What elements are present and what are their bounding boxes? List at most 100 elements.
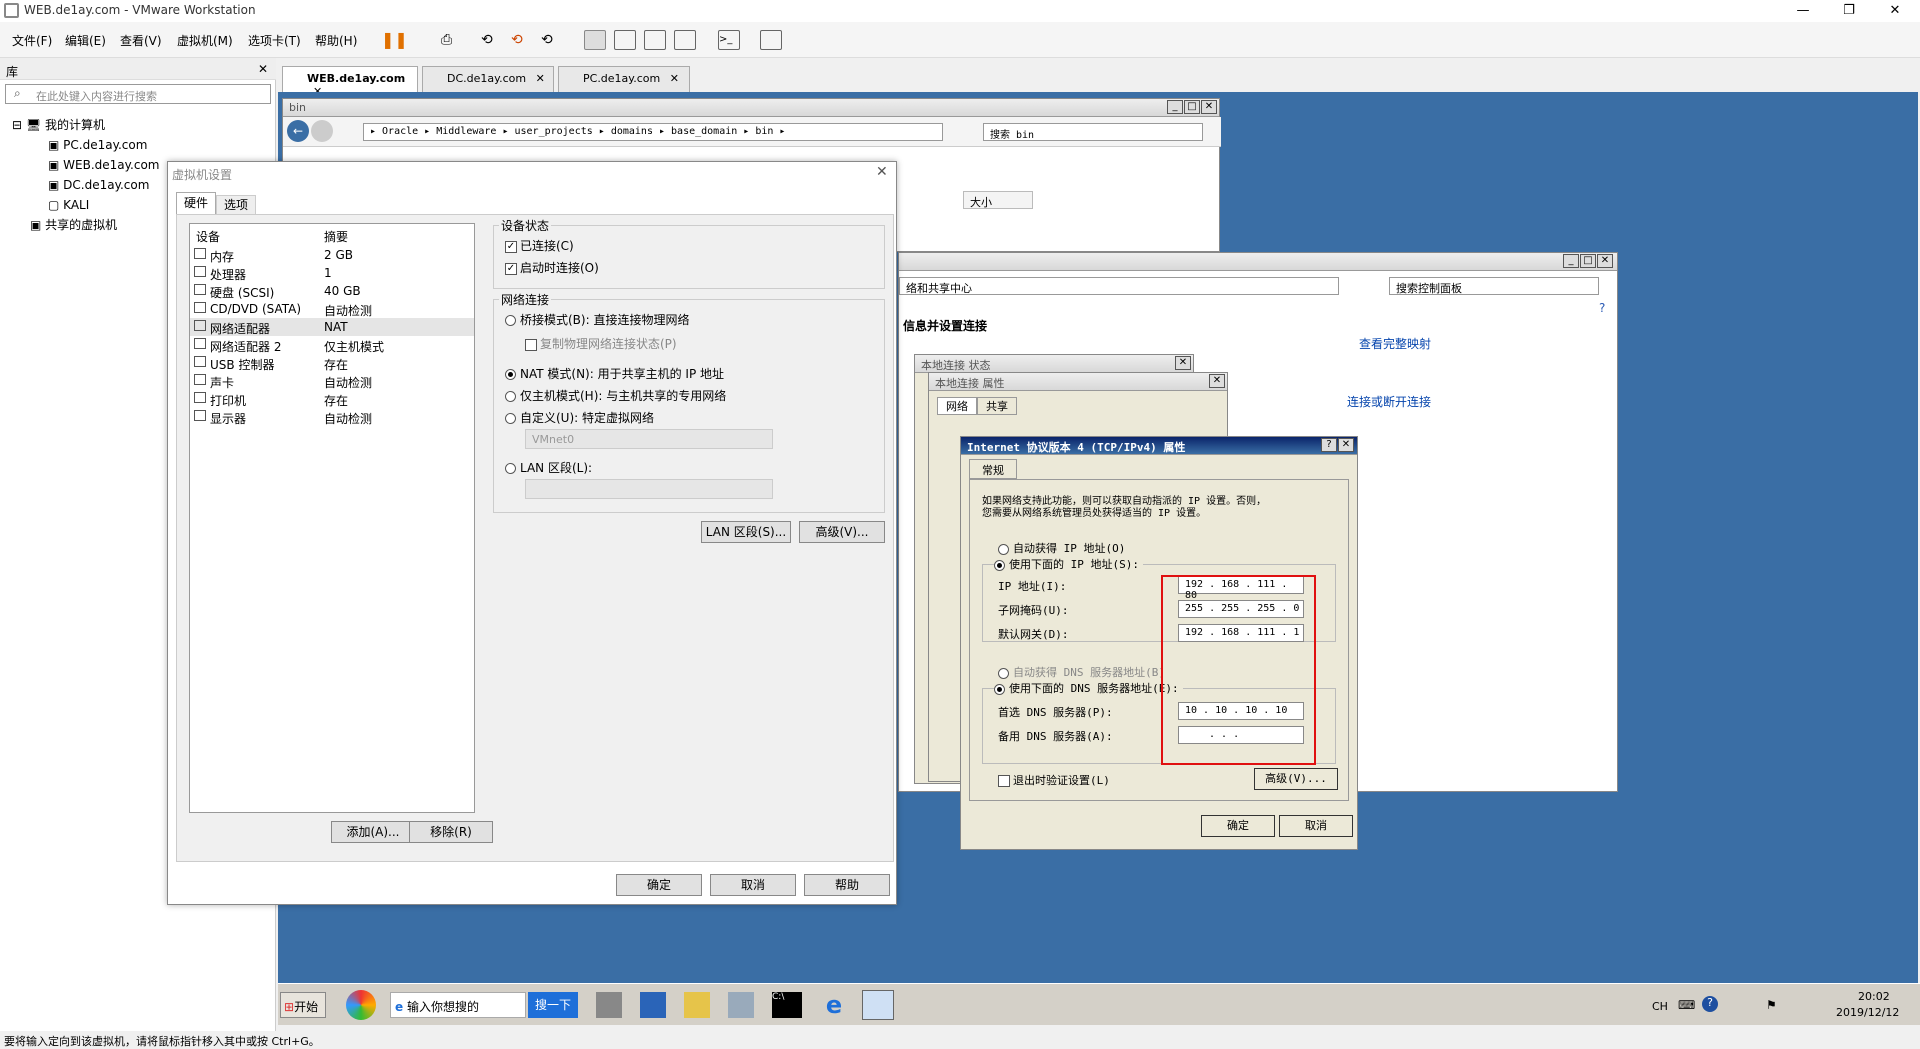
- tab-pc[interactable]: PC.de1ay.com ✕: [558, 66, 690, 92]
- ipv4-help-button[interactable]: ?: [1321, 438, 1337, 452]
- help-tray-icon[interactable]: ?: [1702, 996, 1718, 1012]
- device-row[interactable]: 显示器 自动检测: [190, 408, 474, 426]
- menu-vm[interactable]: 虚拟机(M): [177, 32, 233, 49]
- radio-manual-dns[interactable]: 使用下面的 DNS 服务器地址(E):: [994, 680, 1183, 696]
- vmset-cancel-button[interactable]: 取消: [710, 874, 796, 896]
- back-icon[interactable]: ←: [287, 120, 309, 142]
- ipv4-close-button[interactable]: ✕: [1338, 438, 1354, 452]
- vmset-ok-button[interactable]: 确定: [616, 874, 702, 896]
- cp-path[interactable]: 络和共享中心: [899, 277, 1339, 295]
- help-icon[interactable]: ?: [1599, 301, 1605, 315]
- pause-icon[interactable]: ❚❚: [380, 30, 408, 50]
- cmd-icon[interactable]: C:\: [772, 992, 802, 1018]
- snapshot-manager-icon[interactable]: ⟲: [540, 30, 562, 50]
- tree-vm-web[interactable]: ▣ WEB.de1ay.com: [48, 156, 160, 174]
- device-row[interactable]: 内存 2 GB: [190, 246, 474, 264]
- ipv4-cancel-button[interactable]: 取消: [1279, 815, 1353, 837]
- menu-view[interactable]: 查看(V): [120, 32, 162, 49]
- flag-icon[interactable]: ⚑: [1766, 998, 1777, 1012]
- device-row[interactable]: 声卡 自动检测: [190, 372, 474, 390]
- device-row[interactable]: CD/DVD (SATA) 自动检测: [190, 300, 474, 318]
- radio-lan-segment[interactable]: LAN 区段(L):: [505, 459, 592, 476]
- tab-close-icon[interactable]: ✕: [536, 72, 545, 85]
- menu-help[interactable]: 帮助(H): [315, 32, 357, 49]
- props-close-button[interactable]: ✕: [1209, 374, 1225, 388]
- thumbnail-icon[interactable]: [614, 30, 636, 50]
- cp-link-connect[interactable]: 连接或断开连接: [1347, 393, 1431, 410]
- cp-minimize-button[interactable]: _: [1563, 254, 1579, 268]
- console-icon[interactable]: >_: [718, 30, 740, 50]
- lan-segments-button[interactable]: LAN 区段(S)...: [701, 521, 791, 543]
- status-close-button[interactable]: ✕: [1175, 356, 1191, 370]
- restore-button[interactable]: ❐: [1826, 0, 1872, 22]
- library-close-icon[interactable]: ✕: [258, 62, 268, 76]
- radio-bridged[interactable]: 桥接模式(B): 直接连接物理网络: [505, 311, 689, 328]
- taskbar-search-input[interactable]: e 输入你想搜的: [390, 992, 526, 1018]
- radio-auto-dns[interactable]: 自动获得 DNS 服务器地址(B): [998, 664, 1165, 680]
- tab-close-icon[interactable]: ✕: [670, 72, 679, 85]
- connected-checkbox[interactable]: ✓ 已连接(C): [505, 237, 574, 254]
- tab-options[interactable]: 选项: [216, 195, 256, 214]
- connect-on-start-checkbox[interactable]: ✓ 启动时连接(O): [505, 259, 599, 276]
- minimize-button[interactable]: —: [1780, 0, 1826, 22]
- tree-vm-kali[interactable]: ▢ KALI: [48, 196, 89, 214]
- menu-file[interactable]: 文件(F): [12, 32, 52, 49]
- send-keys-icon[interactable]: ⎙: [440, 30, 462, 50]
- ie-taskbar-icon[interactable]: e: [820, 992, 848, 1018]
- library-search-input[interactable]: 在此处键入内容进行搜索: [5, 84, 271, 104]
- device-row[interactable]: 网络适配器 2 仅主机模式: [190, 336, 474, 354]
- revert-snapshot-icon[interactable]: ⟲: [510, 30, 532, 50]
- device-row[interactable]: USB 控制器 存在: [190, 354, 474, 372]
- add-device-button[interactable]: 添加(A)...: [331, 821, 415, 843]
- device-row[interactable]: 处理器 1: [190, 264, 474, 282]
- device-row[interactable]: 硬盘 (SCSI) 40 GB: [190, 282, 474, 300]
- network-center-icon[interactable]: [862, 990, 894, 1020]
- menu-edit[interactable]: 编辑(E): [65, 32, 106, 49]
- advanced-button[interactable]: 高级(V)...: [799, 521, 885, 543]
- cp-link-full-map[interactable]: 查看完整映射: [1359, 335, 1431, 352]
- start-button[interactable]: ⊞开始: [280, 992, 326, 1018]
- app-logo-icon[interactable]: [346, 990, 376, 1020]
- notes-icon[interactable]: [728, 992, 754, 1018]
- cp-search-input[interactable]: 搜索控制面板: [1389, 277, 1599, 295]
- snapshot-icon[interactable]: ⟲: [480, 30, 502, 50]
- vmset-help-button[interactable]: 帮助: [804, 874, 890, 896]
- address-path[interactable]: ▸ Oracle ▸ Middleware ▸ user_projects ▸ …: [363, 123, 943, 141]
- radio-auto-ip[interactable]: 自动获得 IP 地址(O): [998, 540, 1125, 556]
- radio-manual-ip[interactable]: 使用下面的 IP 地址(S):: [994, 556, 1143, 572]
- forward-icon[interactable]: [311, 120, 333, 142]
- device-row[interactable]: 打印机 存在: [190, 390, 474, 408]
- powershell-icon[interactable]: [640, 992, 666, 1018]
- library-toggle-icon[interactable]: [584, 30, 606, 50]
- lan-segment-select[interactable]: [525, 479, 773, 499]
- cp-close-button[interactable]: ✕: [1597, 254, 1613, 268]
- tree-my-computer[interactable]: ⊟ 🖥 我的计算机: [12, 116, 105, 134]
- tab-hardware[interactable]: 硬件: [176, 192, 216, 214]
- explorer-icon[interactable]: [684, 992, 710, 1018]
- radio-host-only[interactable]: 仅主机模式(H): 与主机共享的专用网络: [505, 387, 726, 404]
- cp-maximize-button[interactable]: □: [1580, 254, 1596, 268]
- props-tab-sharing[interactable]: 共享: [977, 397, 1017, 415]
- menu-tabs[interactable]: 选项卡(T): [248, 32, 301, 49]
- ipv4-advanced-button[interactable]: 高级(V)...: [1254, 768, 1338, 790]
- explorer-search-input[interactable]: 搜索 bin: [983, 123, 1203, 141]
- explorer-maximize-button[interactable]: □: [1184, 100, 1200, 114]
- explorer-minimize-button[interactable]: _: [1167, 100, 1183, 114]
- remove-device-button[interactable]: 移除(R): [409, 821, 493, 843]
- unity-icon[interactable]: [674, 30, 696, 50]
- tab-web[interactable]: WEB.de1ay.com ✕: [282, 66, 418, 98]
- vmset-close-icon[interactable]: ✕: [876, 164, 888, 180]
- radio-nat[interactable]: NAT 模式(N): 用于共享主机的 IP 地址: [505, 365, 724, 382]
- stretch-icon[interactable]: [760, 30, 782, 50]
- tab-dc[interactable]: DC.de1ay.com ✕: [422, 66, 554, 92]
- explorer-close-button[interactable]: ✕: [1201, 100, 1217, 114]
- fullscreen-icon[interactable]: [644, 30, 666, 50]
- language-indicator[interactable]: CH: [1652, 1000, 1668, 1013]
- keyboard-icon[interactable]: ⌨: [1678, 998, 1695, 1012]
- collapse-icon[interactable]: ⊟: [12, 118, 22, 132]
- validate-checkbox[interactable]: 退出时验证设置(L): [998, 772, 1110, 788]
- tree-vm-pc[interactable]: ▣ PC.de1ay.com: [48, 136, 147, 154]
- column-header-size[interactable]: 大小: [963, 191, 1033, 209]
- vmnet-select[interactable]: VMnet0: [525, 429, 773, 449]
- ipv4-ok-button[interactable]: 确定: [1201, 815, 1275, 837]
